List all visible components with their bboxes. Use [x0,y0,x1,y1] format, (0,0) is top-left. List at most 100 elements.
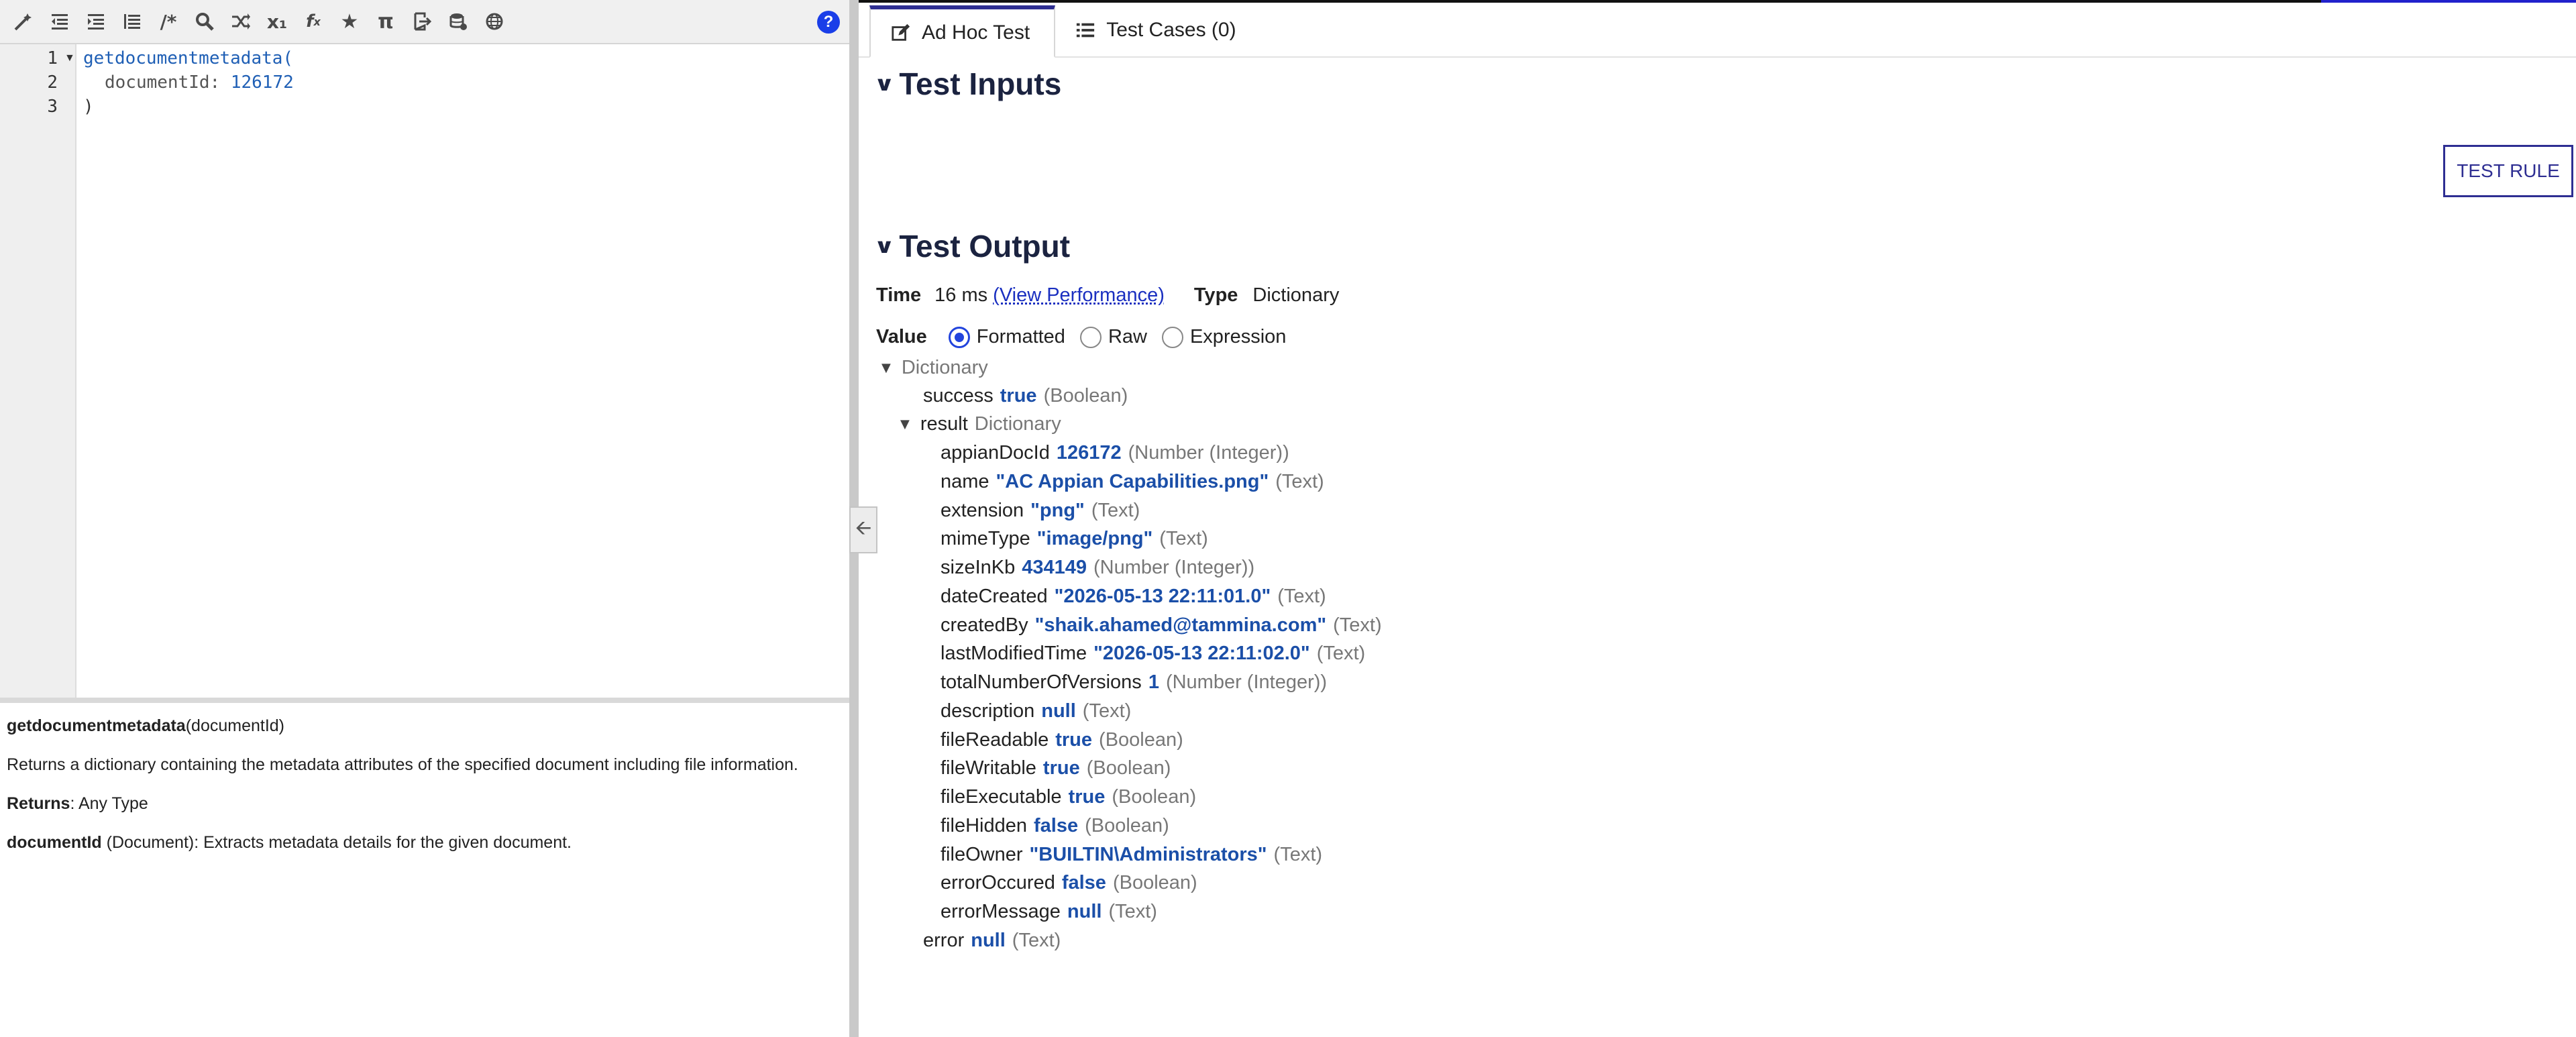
radio-label: Raw [1108,326,1147,347]
view-performance-link[interactable]: (View Performance) [993,284,1165,307]
radio-raw[interactable]: Raw [1079,326,1147,348]
globe-icon[interactable] [476,3,513,40]
radio-unselected-icon [1079,326,1102,348]
tree-value: "image/png" [1036,528,1153,550]
tree-value: 434149 [1022,557,1087,578]
tree-key: result [920,413,968,435]
tree-type: (Text) [1275,470,1324,492]
tree-type: (Boolean) [1112,872,1197,894]
tree-value: true [1068,786,1106,808]
code-line-2[interactable]: documentId: 126172 [105,72,294,93]
radio-label: Expression [1189,326,1287,347]
list-icon [1075,20,1098,40]
tree-field-row: dateCreated "2026-05-13 22:11:01.0" (Text) [941,586,1326,608]
type-value: Dictionary [1252,284,1340,306]
line-number: 3 [47,97,58,117]
tree-field-row: sizeInKb 434149 (Number (Integer)) [941,557,1254,579]
caret-down-icon[interactable]: ▼ [881,361,891,375]
test-tabs: Ad Hoc Test Test Cases (0) [859,3,2576,58]
tree-type: (Boolean) [1099,728,1183,751]
format-icon[interactable] [114,3,150,40]
test-inputs-header[interactable]: ∨ Test Inputs [873,66,1062,102]
tree-key: mimeType [941,528,1030,550]
outdent-icon[interactable] [42,3,78,40]
function-description: Returns a dictionary containing the meta… [7,755,798,774]
tree-key: fileWritable [941,757,1036,779]
chevron-down-icon: ∨ [873,234,896,258]
doc-panel-divider[interactable] [0,698,849,703]
tab-label: Test Cases (0) [1106,19,1236,41]
fold-toggle-icon[interactable]: ▼ [64,52,75,64]
tree-value: null [971,930,1006,951]
tab-label: Ad Hoc Test [922,21,1030,44]
tree-root[interactable]: ▼ Dictionary [881,357,988,379]
export-icon[interactable] [404,3,440,40]
tree-type: Dictionary [974,413,1061,435]
tree-key: errorMessage [941,901,1061,922]
tree-value: "2026-05-13 22:11:01.0" [1054,585,1271,607]
output-meta: Time 16 ms (View Performance) Type Dicti… [876,284,1339,307]
tree-field-row: fileOwner "BUILTIN\Administrators" (Text) [941,844,1322,866]
tree-key: error [923,930,965,951]
tree-value: false [1061,872,1106,894]
tree-type: (Text) [1012,930,1061,951]
search-icon[interactable] [186,3,223,40]
tree-type: (Text) [1108,901,1157,922]
database-icon[interactable] [440,3,476,40]
tree-value: true [1055,728,1093,751]
variable-x-icon[interactable]: x₁ [259,3,295,40]
tree-key: dateCreated [941,585,1048,607]
caret-down-icon[interactable]: ▼ [900,417,910,431]
function-signature: getdocumentmetadata(documentId) [7,714,843,738]
function-name: getdocumentmetadata [7,716,186,735]
tree-field-row: extension "png" (Text) [941,500,1140,522]
indent-icon[interactable] [78,3,114,40]
test-output-header[interactable]: ∨ Test Output [873,228,1070,264]
code-line-3[interactable]: ) [83,97,94,117]
star-icon[interactable]: ★ [331,3,368,40]
test-rule-button[interactable]: TEST RULE [2443,145,2573,197]
section-title: Test Inputs [899,66,1062,101]
help-icon[interactable]: ? [817,11,840,34]
code-param-value: 126172 [230,72,294,93]
function-documentation-panel: getdocumentmetadata(documentId) Returns … [0,703,849,1037]
shuffle-icon[interactable] [223,3,259,40]
radio-label: Formatted [976,326,1065,347]
function-returns: Returns: Any Type [7,792,843,816]
comment-icon[interactable]: /* [150,3,186,40]
editor-toolbar: /* x₁ fx ★ π ? [0,0,849,44]
tree-type: (Text) [1277,585,1326,607]
tree-type: (Text) [1316,643,1366,665]
returns-label: Returns [7,794,70,813]
tree-field-row: createdBy "shaik.ahamed@tammina.com" (Text… [941,614,1382,637]
tree-value: 1 [1148,671,1159,693]
param-description: (Document): Extracts metadata details fo… [101,833,572,852]
magic-wand-icon[interactable] [5,3,42,40]
function-icon[interactable]: fx [295,3,331,40]
pi-icon[interactable]: π [368,3,404,40]
tree-type: (Number (Integer)) [1128,442,1289,463]
radio-formatted[interactable]: Formatted [948,326,1065,348]
code-editor[interactable]: 1 ▼ 2 3 getdocumentmetadata( documentId:… [0,44,849,698]
tree-key: appianDocId [941,442,1050,463]
code-line-1[interactable]: getdocumentmetadata( [83,48,293,68]
line-number: 2 [47,72,58,93]
tree-key: name [941,470,989,492]
tree-value: 126172 [1056,442,1122,463]
tree-key: sizeInKb [941,557,1016,578]
expression-editor-pane: /* x₁ fx ★ π ? 1 ▼ 2 3 getdocumentmetada… [0,0,849,1037]
radio-expression[interactable]: Expression [1161,326,1287,348]
tree-value: true [1042,757,1080,779]
function-params: (documentId) [185,716,285,735]
tab-ad-hoc-test[interactable]: Ad Hoc Test [869,5,1056,58]
line-number: 1 [47,48,58,68]
tree-value: "BUILTIN\Administrators" [1029,843,1267,865]
code-param-key: documentId: [105,72,221,93]
tree-key: errorOccured [941,872,1055,894]
tree-type: (Number (Integer)) [1165,671,1328,693]
tab-test-cases[interactable]: Test Cases (0) [1055,4,1260,56]
test-pane: Ad Hoc Test Test Cases (0) ∨ Test Inputs… [859,0,2576,1037]
tree-result[interactable]: ▼ result Dictionary [900,413,1061,435]
tree-type: (Boolean) [1043,385,1128,406]
param-name: documentId [7,833,102,852]
